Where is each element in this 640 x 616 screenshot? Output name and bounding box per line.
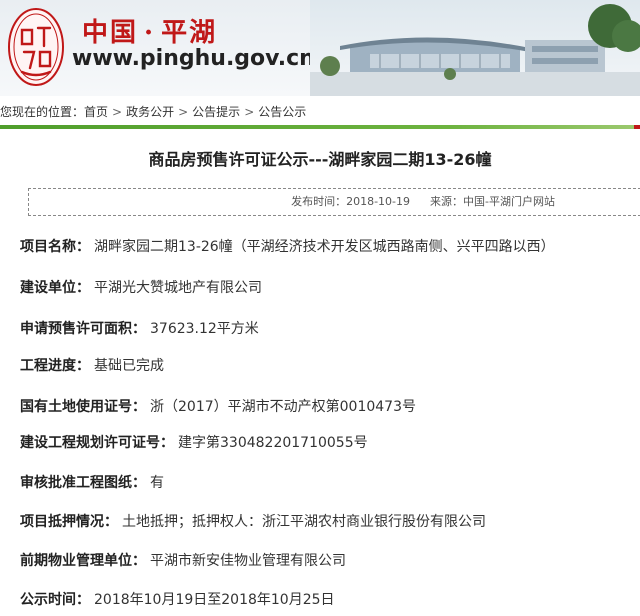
field-value: 37623.12平方米 <box>150 321 259 337</box>
field-label: 建设单位： <box>20 280 90 296</box>
field-value: 基础已完成 <box>94 358 164 374</box>
breadcrumb-separator: > <box>178 105 189 119</box>
breadcrumb-announcements[interactable]: 公告公示 <box>258 105 306 119</box>
source-label: 来源： <box>430 195 464 208</box>
field-label: 公示时间： <box>20 592 90 608</box>
field-value: 建字第330482201710055号 <box>178 435 368 451</box>
site-header: 中国 · 平湖 www.pinghu.gov.cn <box>0 0 640 96</box>
field-developer: 建设单位： 平湖光大赞城地产有限公司 <box>20 277 262 297</box>
header-divider <box>0 125 640 129</box>
building-banner-image <box>310 0 640 96</box>
field-value: 土地抵押；抵押权人：浙江平湖农村商业银行股份有限公司 <box>122 514 486 530</box>
breadcrumb-separator: > <box>112 105 123 119</box>
site-url[interactable]: www.pinghu.gov.cn <box>72 46 315 71</box>
pinghu-seal-icon <box>8 8 64 86</box>
field-project-name: 项目名称： 湖畔家园二期13-26幢（平湖经济技术开发区城西路南侧、兴平四路以西） <box>20 236 555 256</box>
field-value: 2018年10月19日至2018年10月25日 <box>94 592 335 608</box>
field-label: 工程进度： <box>20 358 90 374</box>
breadcrumb-notices[interactable]: 公告提示 <box>192 105 240 119</box>
field-label: 审核批准工程图纸： <box>20 475 146 491</box>
field-property-management: 前期物业管理单位： 平湖市新安佳物业管理有限公司 <box>20 550 346 570</box>
article-meta: 发布时间：2018-10-19 来源：中国-平湖门户网站 <box>28 188 640 216</box>
field-label: 建设工程规划许可证号： <box>20 435 174 451</box>
field-approved-drawings: 审核批准工程图纸：有 <box>20 472 164 492</box>
article-title: 商品房预售许可证公示---湖畔家园二期13-26幢 <box>148 150 492 169</box>
source-value: 中国-平湖门户网站 <box>463 195 555 208</box>
field-label: 申请预售许可面积： <box>20 321 146 337</box>
breadcrumb: 您现在的位置：首页 > 政务公开 > 公告提示 > 公告公示 <box>0 100 640 124</box>
breadcrumb-separator: > <box>244 105 255 119</box>
field-label: 前期物业管理单位： <box>20 553 146 569</box>
site-name[interactable]: 中国 · 平湖 <box>82 12 217 49</box>
field-label: 项目抵押情况： <box>20 514 118 530</box>
field-presale-area: 申请预售许可面积： 37623.12平方米 <box>20 318 259 338</box>
field-value: 有 <box>150 475 164 491</box>
field-planning-permit: 建设工程规划许可证号： 建字第330482201710055号 <box>20 432 368 452</box>
field-value: 浙（2017）平湖市不动产权第0010473号 <box>150 399 416 415</box>
field-progress: 工程进度： 基础已完成 <box>20 355 164 375</box>
publish-label: 发布时间： <box>291 195 347 208</box>
field-value: 平湖光大赞城地产有限公司 <box>94 280 262 296</box>
field-land-certificate: 国有土地使用证号： 浙（2017）平湖市不动产权第0010473号 <box>20 396 416 416</box>
field-value: 平湖市新安佳物业管理有限公司 <box>150 553 346 569</box>
field-value: 湖畔家园二期13-26幢（平湖经济技术开发区城西路南侧、兴平四路以西） <box>94 239 555 255</box>
field-label: 项目名称： <box>20 239 90 255</box>
field-mortgage: 项目抵押情况： 土地抵押；抵押权人：浙江平湖农村商业银行股份有限公司 <box>20 511 486 531</box>
field-label: 国有土地使用证号： <box>20 399 146 415</box>
breadcrumb-govt-affairs[interactable]: 政务公开 <box>126 105 174 119</box>
breadcrumb-home[interactable]: 首页 <box>84 105 108 119</box>
breadcrumb-prefix: 您现在的位置： <box>0 105 85 119</box>
publish-date: 2018-10-19 <box>346 195 411 208</box>
field-notice-period: 公示时间： 2018年10月19日至2018年10月25日 <box>20 589 335 609</box>
